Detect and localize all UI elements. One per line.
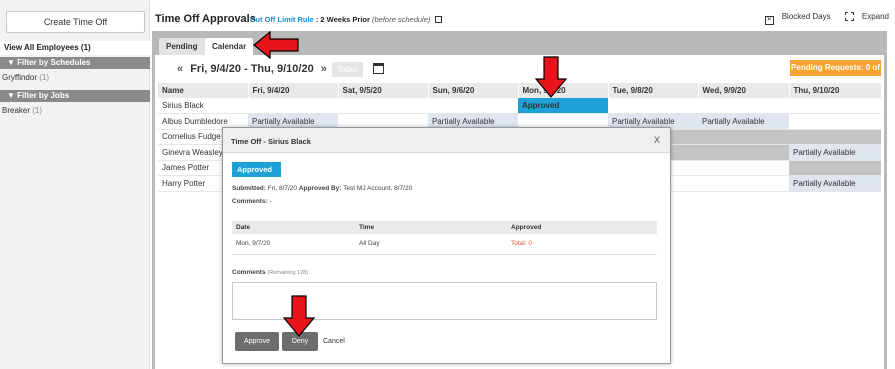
schedule-cell[interactable] <box>789 98 881 114</box>
detail-date: Mon, 9/7/20 <box>232 234 355 255</box>
request-detail-table: Date Time Approved Mon, 9/7/20 All Day T… <box>232 221 657 255</box>
status-badge: Approved <box>232 162 281 177</box>
pending-requests-badge[interactable]: Pending Requests: 0 of 0 <box>790 60 881 88</box>
header-actions: ✕ Blocked Days Expand <box>753 12 889 25</box>
comments-label: Comments: <box>232 198 268 205</box>
schedule-cell[interactable]: Partially Available <box>789 144 881 161</box>
schedule-cell[interactable]: Partially Available <box>789 175 881 192</box>
schedule-cell[interactable] <box>789 113 881 130</box>
calendar-x-icon: ✕ <box>764 16 774 25</box>
column-header: Tue, 9/8/20 <box>608 83 699 98</box>
detail-header-row: Date Time Approved <box>232 221 657 234</box>
expand-icon <box>844 12 854 21</box>
today-button[interactable]: Today <box>332 62 363 77</box>
schedule-cell[interactable]: Partially Available <box>698 113 789 130</box>
submitted-info: Submitted: Fri, 8/7/20 Approved By: Test… <box>232 185 412 192</box>
filter-item-breaker[interactable]: Breaker (1) <box>2 105 42 117</box>
schedule-cell[interactable] <box>698 98 789 114</box>
blocked-days-button[interactable]: ✕ Blocked Days <box>759 12 831 25</box>
filter-item-label: Breaker <box>2 106 31 115</box>
prev-week-button[interactable]: « <box>177 63 183 75</box>
expand-button[interactable]: Expand <box>839 12 889 21</box>
schedule-cell[interactable] <box>698 160 789 176</box>
edit-icon[interactable] <box>435 16 443 23</box>
create-time-off-button[interactable]: Create Time Off <box>6 11 145 33</box>
column-header: Sat, 9/5/20 <box>338 83 429 98</box>
table-row: Sirius Black Approved <box>158 98 881 114</box>
column-header: Time <box>355 221 507 234</box>
schedule-cell[interactable] <box>789 129 881 145</box>
filter-by-schedules-header[interactable]: ▼ Filter by Schedules <box>0 57 150 69</box>
schedule-cell[interactable] <box>698 144 789 161</box>
cancel-button[interactable]: Cancel <box>323 332 345 351</box>
modal-header: Time Off - Sirius Black X <box>223 128 670 153</box>
column-header: Sun, 9/6/20 <box>428 83 519 98</box>
comments-input-title: Comments <box>232 269 266 276</box>
table-row: Mon, 9/7/20 All Day Total: 0 <box>232 234 657 255</box>
submitted-value: Fri, 8/7/20 <box>267 185 298 192</box>
view-all-employees-link[interactable]: View All Employees (1) <box>0 41 150 55</box>
schedule-cell[interactable] <box>338 98 428 114</box>
detail-approved: Total: 0 <box>507 234 657 255</box>
schedule-cell[interactable] <box>608 98 698 114</box>
submitted-label: Submitted: <box>232 185 266 192</box>
column-header: Wed, 9/9/20 <box>698 83 790 98</box>
column-header: Approved <box>507 221 657 234</box>
modal-title: Time Off - Sirius Black <box>231 137 311 146</box>
column-header: Fri, 9/4/20 <box>248 83 339 98</box>
schedule-cell[interactable] <box>428 98 518 114</box>
cutoff-rule-link[interactable]: Cut Off Limit Rule <box>250 15 314 24</box>
page-title: Time Off Approvals <box>155 13 256 25</box>
column-header: Name <box>158 83 249 98</box>
filter-item-count: (1) <box>32 106 43 115</box>
schedule-cell[interactable] <box>698 129 789 145</box>
calendar-icon[interactable] <box>373 63 384 74</box>
schedule-cell[interactable] <box>698 175 789 192</box>
cutoff-rule-value: : 2 Weeks Prior <box>315 15 370 24</box>
column-header: Thu, 9/10/20 <box>789 83 882 98</box>
comments-input-label: Comments (Remaining 128) <box>232 269 308 276</box>
annotation-arrow-down-deny <box>282 295 316 337</box>
cutoff-rule-note: (before schedule) <box>372 15 431 24</box>
approved-by-value: Test MJ Account, 8/7/20 <box>343 185 413 192</box>
filter-by-jobs-header[interactable]: ▼ Filter by Jobs <box>0 90 150 102</box>
filter-item-count: (1) <box>39 73 49 82</box>
filter-item-gryffindor[interactable]: Gryffindor (1) <box>2 72 49 84</box>
employee-name: Sirius Black <box>158 98 248 114</box>
approve-button[interactable]: Approve <box>235 332 279 351</box>
approved-by-label: Approved By: <box>298 185 342 192</box>
close-icon[interactable]: X <box>654 135 660 145</box>
next-week-button[interactable]: » <box>321 63 327 75</box>
filter-item-label: Gryffindor <box>2 73 37 82</box>
schedule-cell[interactable] <box>248 98 338 114</box>
schedule-cell[interactable] <box>789 160 881 176</box>
blocked-days-label: Blocked Days <box>781 12 831 21</box>
comments-remaining: (Remaining 128) <box>267 270 309 276</box>
schedule-cell[interactable]: Approved <box>518 98 608 114</box>
expand-label: Expand <box>861 12 889 21</box>
date-navigation: « Fri, 9/4/20 - Thu, 9/10/20 » <box>173 63 331 75</box>
date-range: Fri, 9/4/20 - Thu, 9/10/20 <box>190 63 314 75</box>
left-sidebar: Create Time Off View All Employees (1) ▼… <box>0 0 150 369</box>
detail-time: All Day <box>355 234 507 255</box>
comments-value: - <box>269 198 272 205</box>
grid-header-row: Name Fri, 9/4/20 Sat, 9/5/20 Sun, 9/6/20… <box>158 83 882 98</box>
annotation-arrow-down-mon <box>534 56 568 98</box>
tab-pending[interactable]: Pending <box>159 38 205 55</box>
comments-info: Comments: - <box>232 198 272 205</box>
cutoff-rule: Cut Off Limit Rule : 2 Weeks Prior (befo… <box>250 15 443 24</box>
column-header: Date <box>232 221 355 234</box>
annotation-arrow-left <box>253 30 299 60</box>
